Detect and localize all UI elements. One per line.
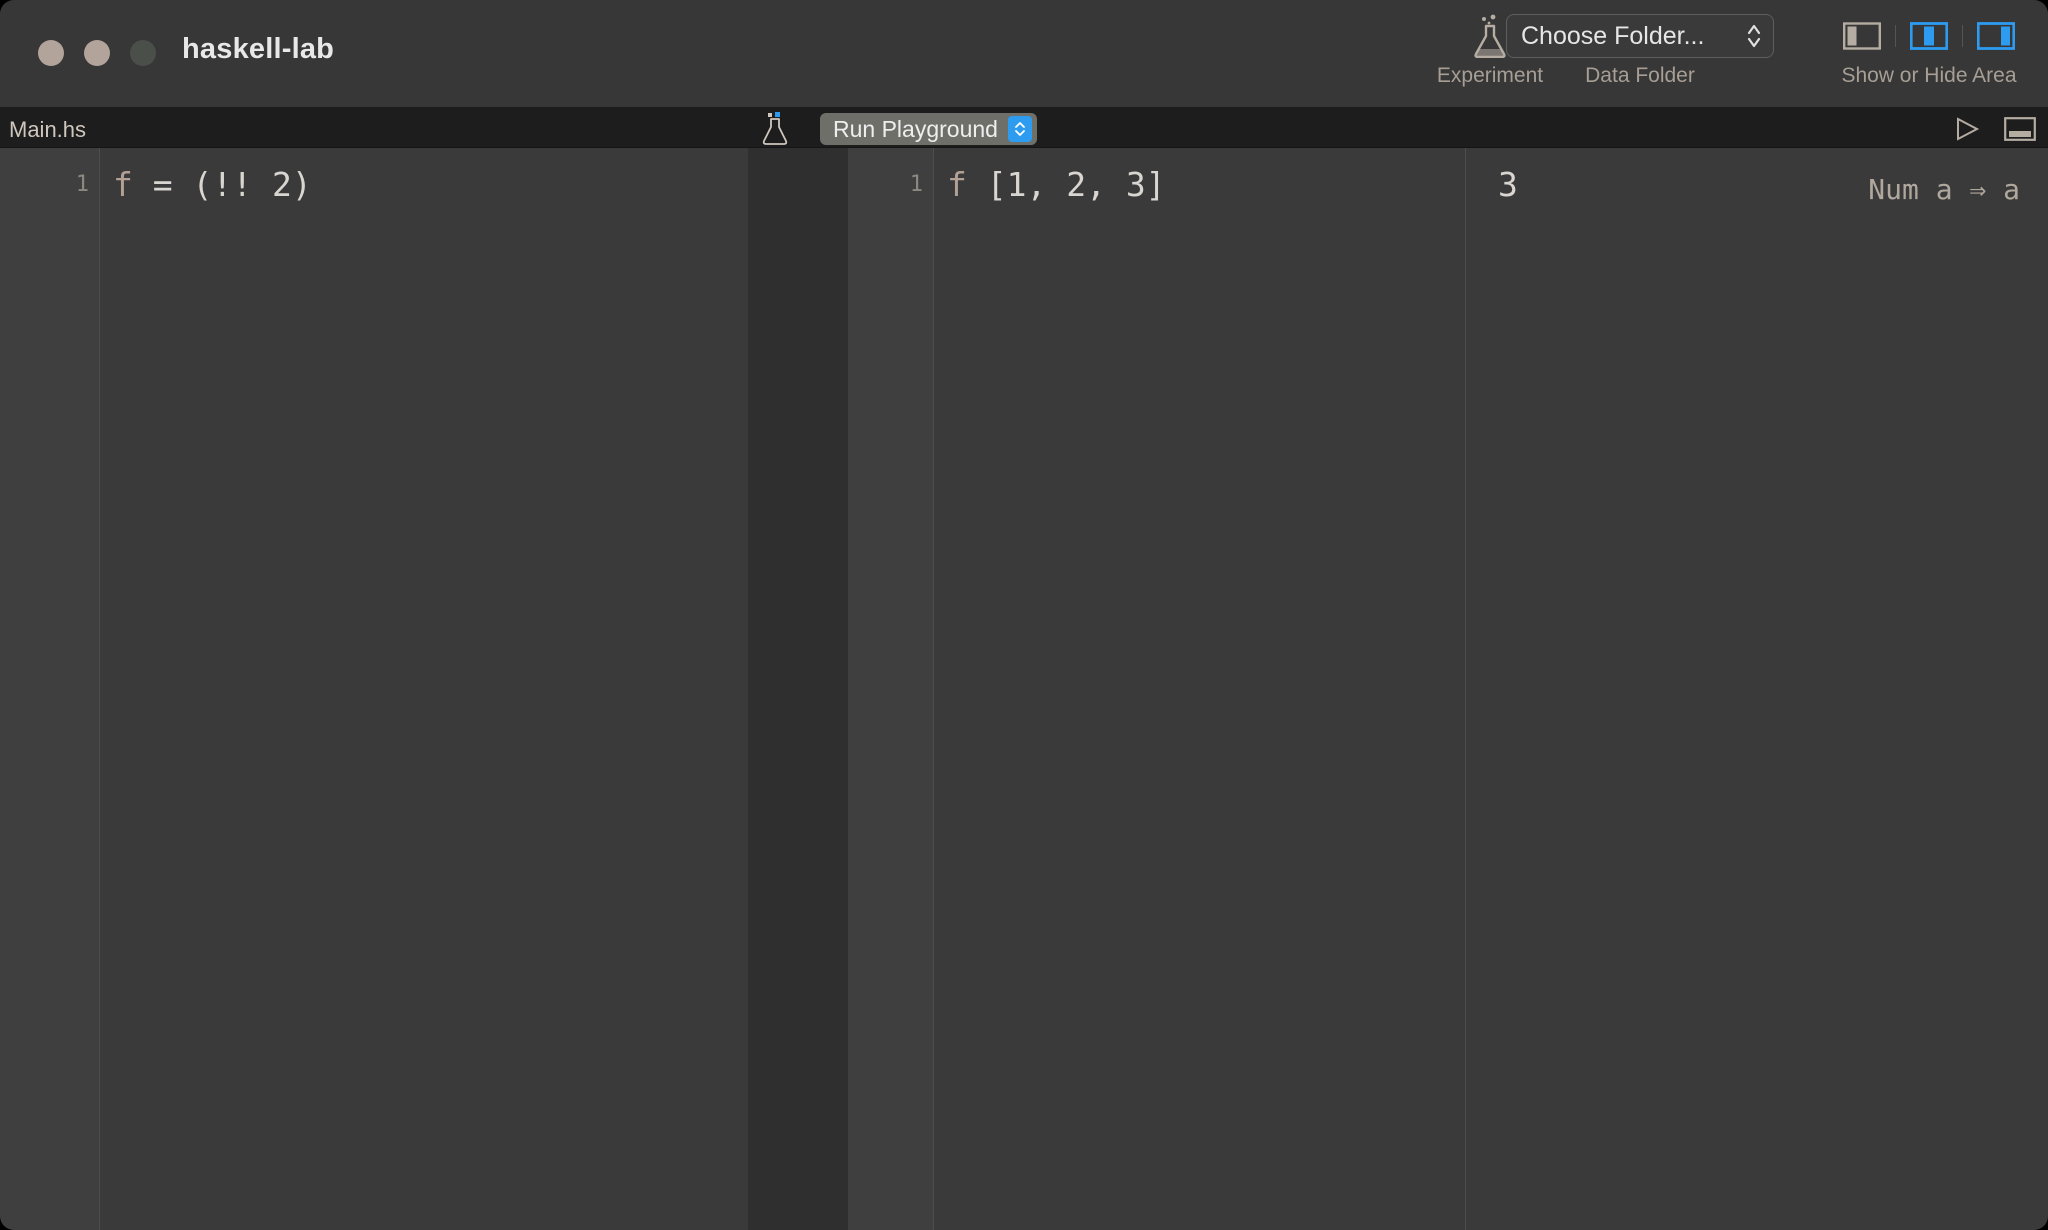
toggle-separator <box>1895 25 1896 47</box>
tab-main-hs[interactable]: Main.hs <box>9 117 86 143</box>
run-playground-popup[interactable]: Run Playground <box>820 113 1037 145</box>
toolbar-group-data-folder: Choose Folder... Data Folder <box>1500 14 1780 88</box>
result-type-signature: Num a ⇒ a <box>1868 173 2020 206</box>
pane-splitter[interactable] <box>748 148 848 1230</box>
stepper-icon[interactable] <box>1007 116 1032 142</box>
traffic-lights <box>38 40 156 66</box>
toggle-separator <box>1962 25 1963 47</box>
middle-panel-toggle-icon[interactable] <box>1910 21 1948 51</box>
source-gutter: 1 <box>0 148 100 1230</box>
toolbar-group-show-hide-area: Show or Hide Area <box>1810 14 2048 88</box>
play-triangle-icon[interactable] <box>1954 116 1980 142</box>
tab-strip: Main.hs Run Playground <box>0 108 2048 148</box>
panel-toggle-row <box>1843 14 2015 58</box>
titlebar: haskell-lab Experiment Choose Folder... <box>0 0 2048 108</box>
minimize-window-button[interactable] <box>84 40 110 66</box>
right-panel-toggle-icon[interactable] <box>1977 21 2015 51</box>
show-hide-area-label: Show or Hide Area <box>1841 64 2017 87</box>
pane-splitter-handle[interactable] <box>748 148 848 1230</box>
token-function-name: f <box>113 165 133 204</box>
close-window-button[interactable] <box>38 40 64 66</box>
editor-panes: 1 f = (!! 2) 1 f [1, 2, 3] 3 Num a ⇒ a <box>0 148 2048 1230</box>
source-code-area[interactable]: f = (!! 2) <box>100 148 748 1230</box>
maximize-window-button[interactable] <box>130 40 156 66</box>
token-function-name: f <box>947 165 967 204</box>
app-window: haskell-lab Experiment Choose Folder... <box>0 0 2048 1230</box>
run-playground-label: Run Playground <box>833 115 998 142</box>
result-pane: 3 Num a ⇒ a <box>1465 148 2048 1230</box>
code-line: f = (!! 2) <box>100 160 748 210</box>
line-number: 1 <box>75 172 89 197</box>
line-number: 1 <box>909 172 923 197</box>
data-folder-label: Data Folder <box>1585 64 1695 87</box>
choose-folder-popup-button[interactable]: Choose Folder... <box>1506 14 1774 58</box>
playground-gutter: 1 <box>848 148 934 1230</box>
updown-chevron-icon <box>1747 24 1761 48</box>
source-editor-pane: 1 f = (!! 2) <box>0 148 748 1230</box>
choose-folder-value: Choose Folder... <box>1521 21 1705 50</box>
bottom-panel-icon[interactable] <box>2004 117 2036 141</box>
token-expression: [1, 2, 3] <box>966 165 1166 204</box>
window-title: haskell-lab <box>182 33 335 65</box>
playground-code-area[interactable]: f [1, 2, 3] <box>934 148 1465 1230</box>
playground-pane: 1 f [1, 2, 3] <box>848 148 1465 1230</box>
result-area: 3 Num a ⇒ a <box>1465 148 2048 1230</box>
left-panel-toggle-icon[interactable] <box>1843 21 1881 51</box>
code-line: f [1, 2, 3] <box>934 160 1465 210</box>
flask-icon <box>762 112 788 145</box>
token-expression: = (!! 2) <box>132 165 312 204</box>
